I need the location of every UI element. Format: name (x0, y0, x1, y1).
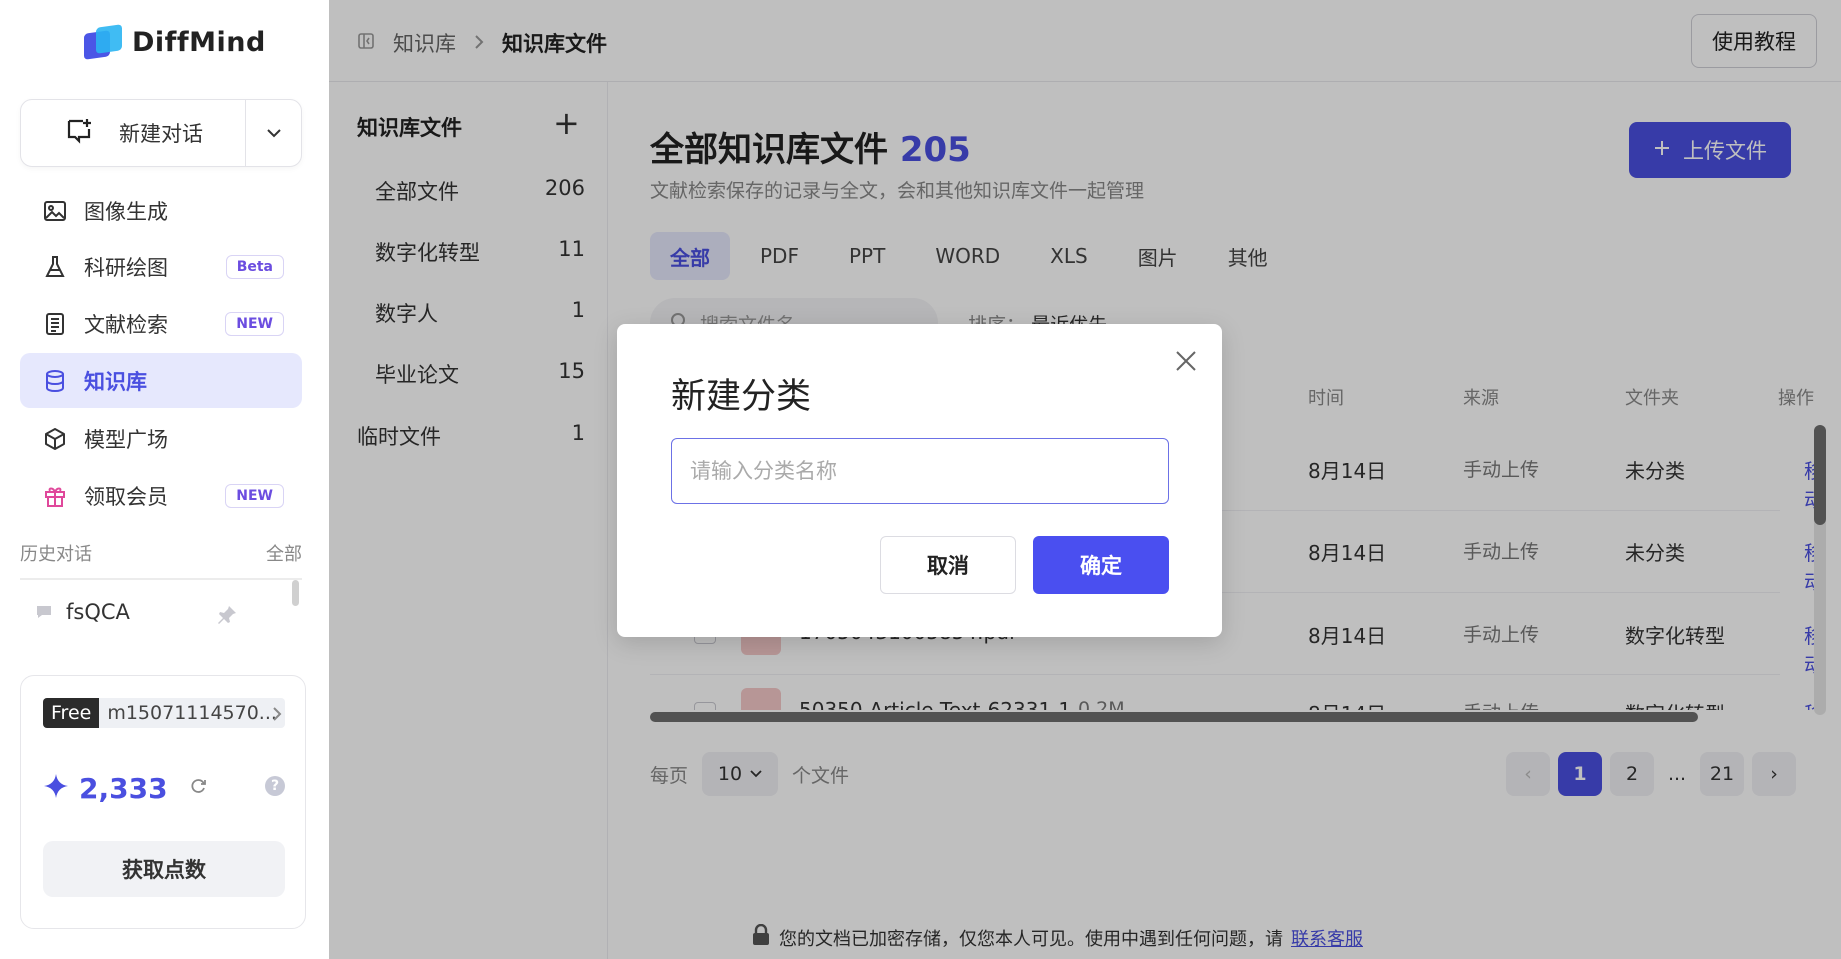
nav-item-science-drawing[interactable]: 科研绘图 Beta (20, 239, 302, 294)
new-chat-label: 新建对话 (119, 122, 203, 146)
nav-label: 科研绘图 (84, 255, 168, 280)
flask-icon (42, 254, 68, 280)
history-item-label: fsQCA (66, 600, 130, 624)
chat-bubble-icon (36, 600, 52, 624)
chevron-down-icon (266, 129, 281, 138)
sparkle-icon (43, 773, 69, 804)
nav-label: 领取会员 (84, 484, 168, 509)
database-icon (42, 368, 68, 394)
cube-icon (42, 426, 68, 452)
image-icon (42, 198, 68, 224)
category-name-input[interactable] (671, 438, 1169, 504)
new-chat-icon (65, 117, 93, 150)
nav-label: 图像生成 (84, 199, 168, 224)
nav-item-knowledge-base[interactable]: 知识库 (20, 353, 302, 408)
brand-name: DiffMind (132, 26, 266, 58)
new-chat-dropdown[interactable] (245, 100, 301, 166)
nav-item-model-plaza[interactable]: 模型广场 (20, 411, 302, 466)
nav-label: 知识库 (84, 369, 147, 394)
user-account[interactable]: Free m15071114570... (43, 698, 285, 728)
new-chat-button-group: 新建对话 (20, 99, 302, 167)
brand-logo[interactable]: DiffMind (84, 24, 266, 60)
history-divider (20, 578, 302, 580)
history-item[interactable]: fsQCA (36, 600, 246, 624)
points-value: 2,333 (79, 772, 168, 805)
nav-item-literature-search[interactable]: 文献检索 NEW (20, 296, 302, 351)
help-icon[interactable]: ? (265, 776, 285, 796)
user-id: m15071114570... (99, 698, 285, 728)
plan-badge: Free (43, 698, 100, 728)
dialog-title: 新建分类 (671, 377, 812, 417)
sidebar: DiffMind 新建对话 图像生成 科研绘图 Beta 文献检索 NEW 知识… (0, 0, 329, 959)
new-category-dialog: 新建分类 取消 确定 (617, 324, 1222, 637)
history-title: 历史对话 (20, 544, 92, 565)
gift-icon (42, 483, 68, 509)
get-points-button[interactable]: 获取点数 (43, 841, 285, 897)
confirm-button[interactable]: 确定 (1033, 536, 1169, 594)
points-display: 2,333 (43, 772, 208, 805)
close-icon[interactable] (1171, 346, 1201, 376)
nav-item-membership[interactable]: 领取会员 NEW (20, 468, 302, 523)
cancel-button[interactable]: 取消 (880, 536, 1016, 594)
chevron-right-icon[interactable] (271, 703, 283, 727)
logo-icon (84, 24, 122, 60)
beta-badge: Beta (225, 254, 284, 279)
history-header: 历史对话 全部 (20, 540, 302, 566)
nav-label: 文献检索 (84, 312, 168, 337)
document-icon (42, 311, 68, 337)
history-all-link[interactable]: 全部 (266, 540, 302, 566)
user-card: Free m15071114570... 2,333 ? 获取点数 (20, 675, 306, 929)
nav-item-image-generation[interactable]: 图像生成 (20, 183, 302, 238)
new-badge: NEW (225, 311, 284, 336)
new-chat-button[interactable]: 新建对话 (21, 100, 245, 166)
pin-icon[interactable] (216, 604, 238, 631)
history-scrollbar[interactable] (292, 580, 299, 606)
new-badge: NEW (225, 483, 284, 508)
refresh-icon[interactable] (188, 776, 208, 801)
nav-label: 模型广场 (84, 427, 168, 452)
